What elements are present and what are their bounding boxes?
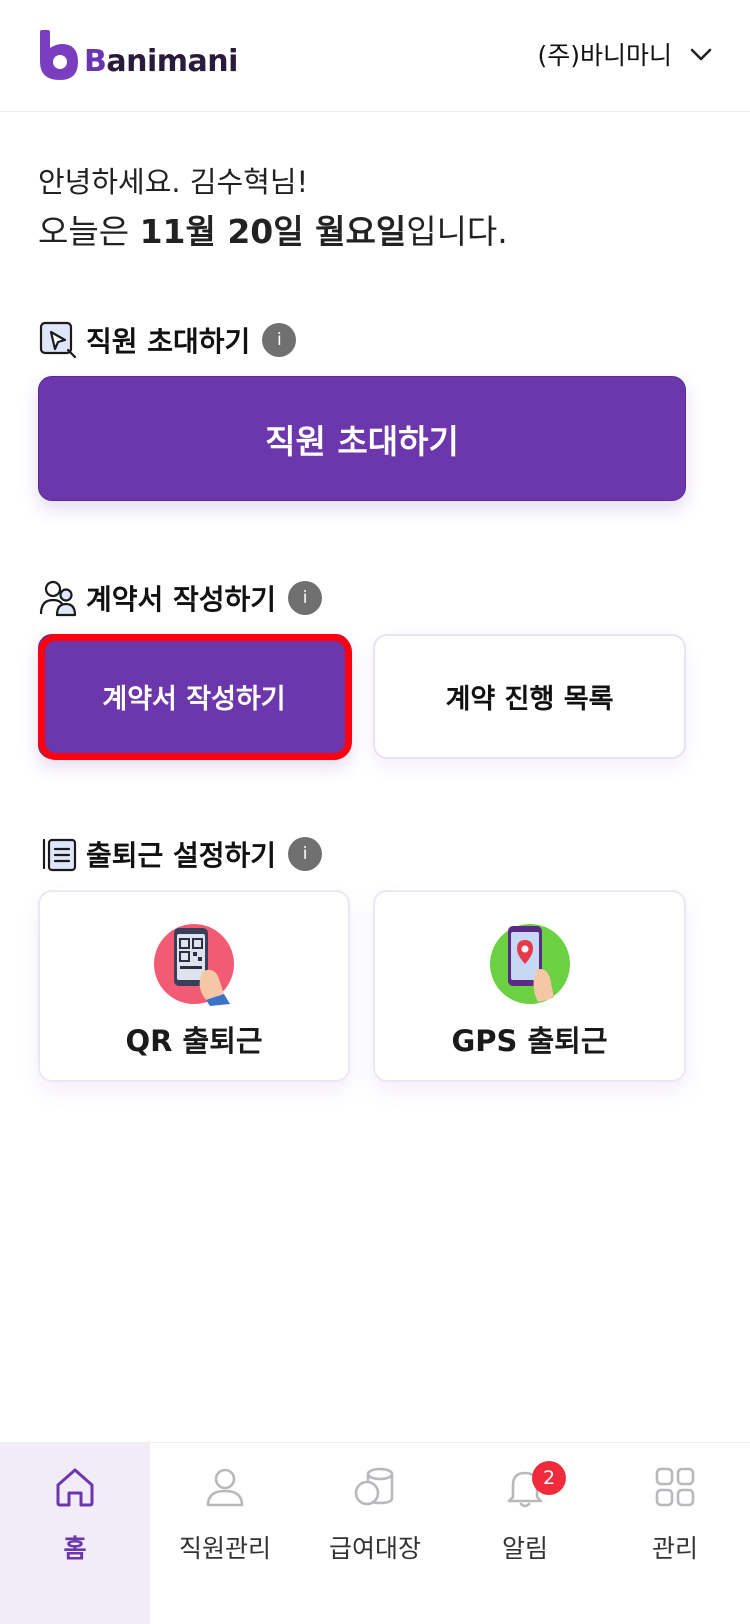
nav-payroll-label: 급여대장: [328, 1534, 421, 1563]
coins-icon: [354, 1467, 394, 1506]
user-icon: [206, 1468, 244, 1507]
nav-management[interactable]: 관리: [600, 1443, 750, 1624]
gps-attendance-card[interactable]: GPS 출퇴근: [373, 890, 686, 1082]
nav-employee-management-label: 직원관리: [178, 1534, 271, 1563]
page: Banimani (주)바니마니 안녕하세요. 김수혁님! 오늘은 11월 20…: [0, 0, 750, 1624]
chevron-down-icon: [690, 48, 712, 61]
section-title-contract: 계약서 작성하기 i: [38, 578, 323, 618]
nav-payroll[interactable]: 급여대장: [300, 1443, 450, 1624]
app-header: Banimani (주)바니마니: [0, 0, 750, 112]
nav-employee-management[interactable]: 직원관리: [150, 1443, 300, 1624]
greeting: 안녕하세요. 김수혁님! 오늘은 11월 20일 월요일입니다.: [38, 162, 508, 256]
info-icon[interactable]: i: [288, 581, 323, 615]
info-icon[interactable]: i: [288, 837, 323, 871]
qr-attendance-card[interactable]: QR 출퇴근: [38, 890, 350, 1082]
logo-mark-icon: [40, 30, 78, 80]
info-icon[interactable]: i: [262, 323, 297, 357]
bottom-navigation: 홈 직원관리 급여대장 2 알림 관리: [0, 1442, 750, 1624]
section-title-attendance: 출퇴근 설정하기 i: [38, 834, 323, 874]
section-title-contract-text: 계약서 작성하기: [86, 583, 277, 616]
invite-icon: [39, 321, 77, 359]
logo-text: Banimani: [84, 44, 238, 79]
company-selector[interactable]: (주)바니마니: [537, 36, 714, 72]
users-icon: [39, 580, 77, 617]
banimani-logo[interactable]: Banimani: [38, 30, 238, 82]
contract-progress-list-button[interactable]: 계약 진행 목록: [373, 634, 686, 759]
write-contract-button[interactable]: 계약서 작성하기: [38, 634, 350, 759]
nav-management-label: 관리: [651, 1534, 698, 1563]
nav-notifications[interactable]: 2 알림: [450, 1443, 600, 1624]
nav-home-label: 홈: [63, 1534, 87, 1563]
greeting-line-1: 안녕하세요. 김수혁님!: [38, 165, 309, 199]
gps-attendance-label: GPS 출퇴근: [451, 1024, 608, 1058]
section-title-invite: 직원 초대하기 i: [38, 320, 297, 360]
notification-count-badge: 2: [532, 1461, 566, 1495]
gps-phone-icon: [489, 924, 570, 1004]
nav-home[interactable]: 홈: [0, 1443, 150, 1624]
today-date: 11월 20일 월요일: [139, 212, 407, 251]
section-title-invite-text: 직원 초대하기: [86, 325, 251, 358]
greeting-line-2: 오늘은 11월 20일 월요일입니다.: [38, 212, 508, 251]
qr-phone-icon: [154, 924, 234, 1006]
document-list-icon: [42, 838, 77, 872]
invite-employee-button[interactable]: 직원 초대하기: [38, 376, 686, 501]
qr-attendance-label: QR 출퇴근: [125, 1024, 263, 1058]
section-title-attendance-text: 출퇴근 설정하기: [86, 839, 277, 872]
nav-notifications-label: 알림: [501, 1534, 548, 1563]
grid-icon: [655, 1467, 695, 1507]
home-icon: [56, 1468, 94, 1507]
company-name: (주)바니마니: [537, 41, 672, 70]
